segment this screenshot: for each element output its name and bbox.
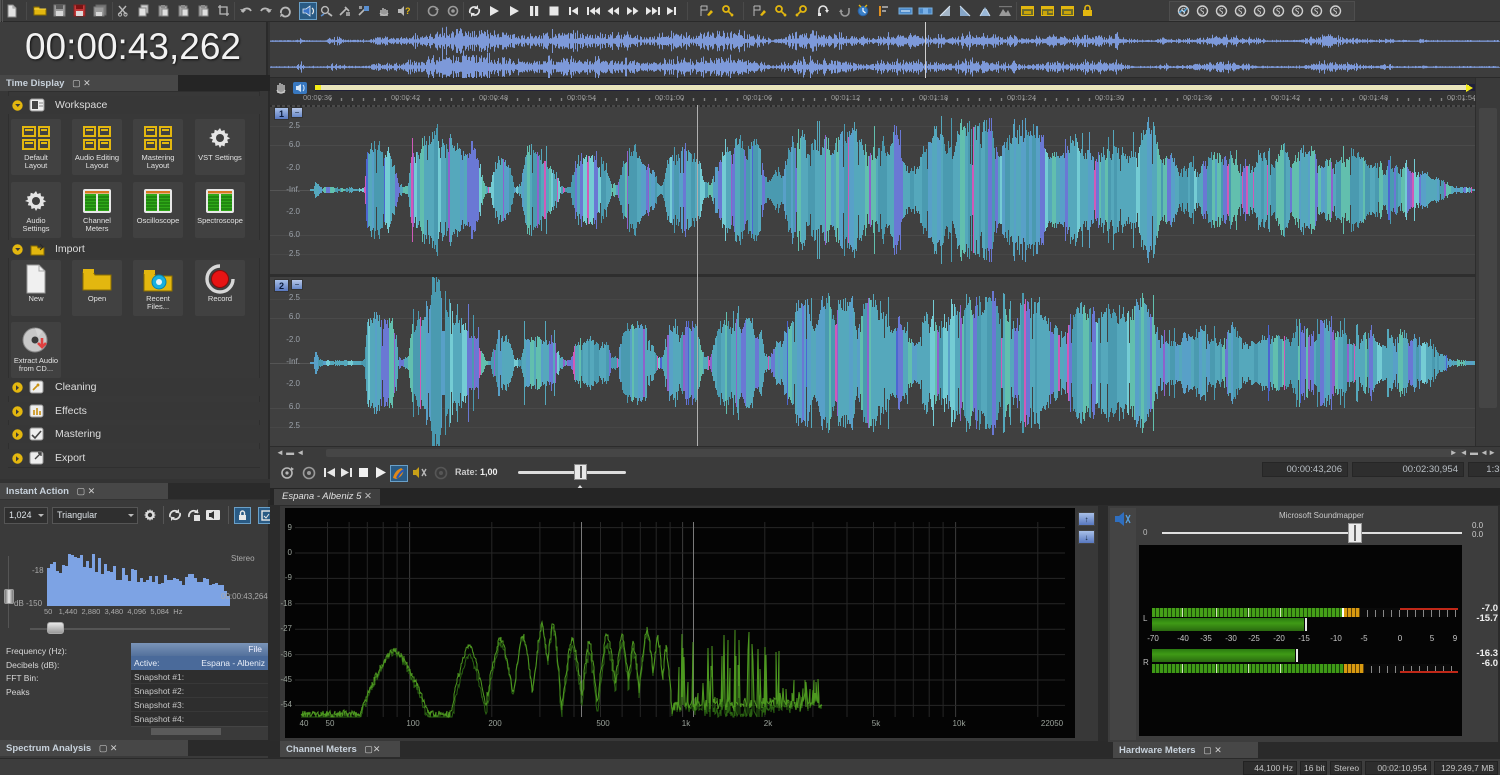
svg-text:S: S bbox=[1181, 8, 1186, 18]
svg-text:S: S bbox=[1276, 8, 1281, 18]
svg-text:S: S bbox=[1238, 8, 1243, 18]
svg-text:S: S bbox=[1219, 8, 1224, 18]
svg-text:S: S bbox=[1333, 8, 1338, 18]
svg-text:S: S bbox=[1257, 8, 1262, 18]
svg-text:S: S bbox=[1295, 8, 1300, 18]
svg-text:?: ? bbox=[405, 6, 411, 16]
svg-text:S: S bbox=[1200, 8, 1205, 18]
svg-text:S: S bbox=[1314, 8, 1319, 18]
